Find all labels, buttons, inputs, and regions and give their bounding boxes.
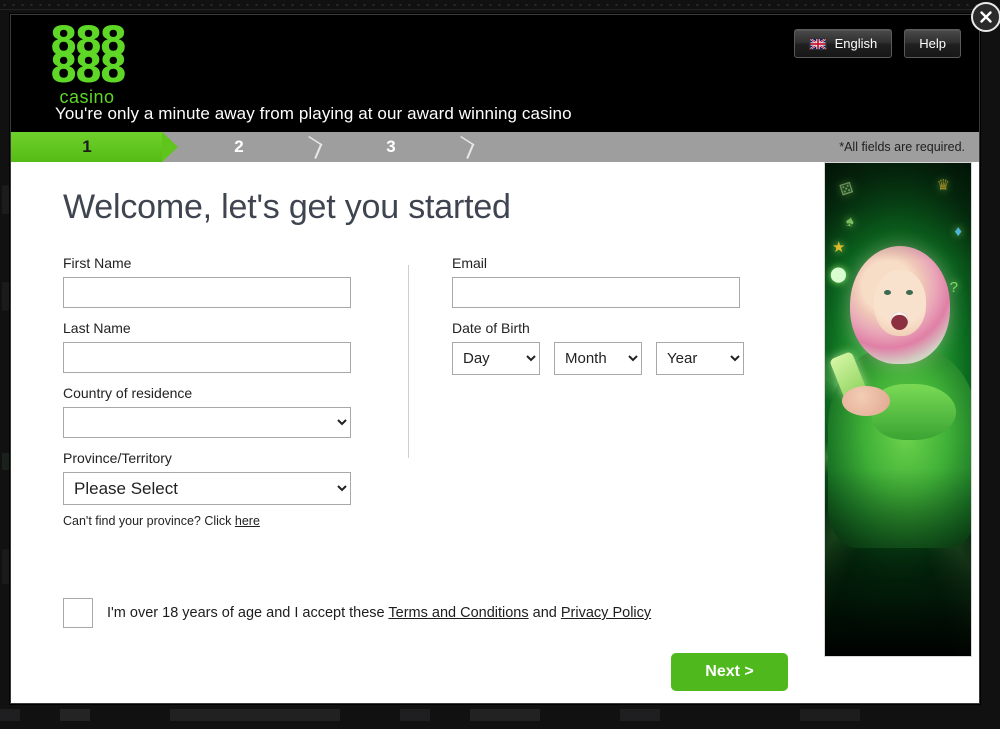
first-name-label: First Name (63, 255, 132, 271)
uk-flag-icon (808, 37, 827, 50)
promo-vignette (824, 162, 972, 657)
registration-form: Welcome, let's get you started First Nam… (11, 162, 801, 703)
terms-row: I'm over 18 years of age and I accept th… (63, 598, 801, 628)
dob-month-select[interactable]: Month (554, 342, 642, 375)
backdrop-dots (0, 2, 1000, 8)
promo-image: ⚄ ♛ ★ ⬤ ♦ ♠ ? ✦ (824, 162, 972, 657)
progress-step-3-label: 3 (386, 137, 396, 156)
progress-step-2[interactable]: 2 (163, 132, 315, 162)
dob-field: Date of Birth Day Month Year (452, 320, 752, 375)
country-field: Country of residence (63, 385, 408, 438)
email-field: Email (452, 255, 752, 308)
backdrop-bottom-row (0, 709, 1000, 721)
modal-header: 888 888 casino English Help You're only … (11, 15, 979, 132)
header-actions: English Help (793, 29, 961, 58)
language-button[interactable]: English (793, 29, 893, 58)
help-button[interactable]: Help (904, 29, 961, 58)
page-title: Welcome, let's get you started (63, 188, 511, 226)
form-column-left: First Name Last Name Country of residenc… (63, 255, 408, 540)
country-select[interactable] (63, 407, 351, 438)
dob-day-select[interactable]: Day (452, 342, 540, 375)
terms-text-part2: and (528, 605, 561, 621)
progress-step-1-label: 1 (82, 137, 92, 156)
terms-and-conditions-link[interactable]: Terms and Conditions (388, 605, 528, 621)
progress-step-1[interactable]: 1 (11, 132, 178, 162)
terms-text-part1: I'm over 18 years of age and I accept th… (107, 605, 389, 621)
age-terms-checkbox[interactable] (63, 598, 93, 628)
backdrop-strip (0, 9, 1000, 10)
form-columns: First Name Last Name Country of residenc… (63, 255, 801, 540)
terms-text: I'm over 18 years of age and I accept th… (107, 605, 651, 621)
dob-year-select[interactable]: Year (656, 342, 744, 375)
last-name-label: Last Name (63, 320, 131, 336)
first-name-field: First Name (63, 255, 408, 308)
progress-steps: 1 2 3 (11, 132, 467, 162)
dob-label: Date of Birth (452, 320, 530, 336)
email-label: Email (452, 255, 488, 271)
language-button-label: English (834, 36, 878, 51)
province-select[interactable]: Please Select (63, 472, 351, 505)
province-field: Province/Territory Please Select Can't f… (63, 450, 408, 528)
province-label: Province/Territory (63, 450, 172, 466)
first-name-input[interactable] (63, 277, 351, 308)
next-button-row: Next > (63, 653, 788, 691)
progress-step-2-label: 2 (234, 137, 244, 156)
logo-digits-bottom: 888 (49, 46, 128, 92)
next-button[interactable]: Next > (671, 653, 788, 691)
privacy-policy-link[interactable]: Privacy Policy (561, 605, 651, 621)
province-hint: Can't find your province? Click here (63, 514, 408, 528)
modal-body: Welcome, let's get you started First Nam… (11, 162, 979, 703)
province-hint-link[interactable]: here (235, 514, 260, 528)
column-divider (408, 265, 409, 458)
form-column-right: Email Date of Birth Day Month Year (452, 255, 752, 540)
province-hint-text: Can't find your province? Click (63, 514, 235, 528)
last-name-field: Last Name (63, 320, 408, 373)
email-input[interactable] (452, 277, 740, 308)
all-fields-required-note: *All fields are required. (839, 140, 965, 154)
progress-bar: 1 2 3 *All fields are required. (11, 132, 979, 162)
progress-step-3[interactable]: 3 (315, 132, 467, 162)
help-button-label: Help (919, 36, 946, 51)
header-tagline: You're only a minute away from playing a… (55, 104, 572, 123)
close-icon[interactable] (971, 2, 1000, 32)
country-label: Country of residence (63, 385, 193, 401)
dob-row: Day Month Year (452, 342, 752, 375)
registration-modal: 888 888 casino English Help You're only … (10, 2, 1000, 704)
brand-logo-888-casino: 888 888 casino (41, 22, 133, 107)
last-name-input[interactable] (63, 342, 351, 373)
